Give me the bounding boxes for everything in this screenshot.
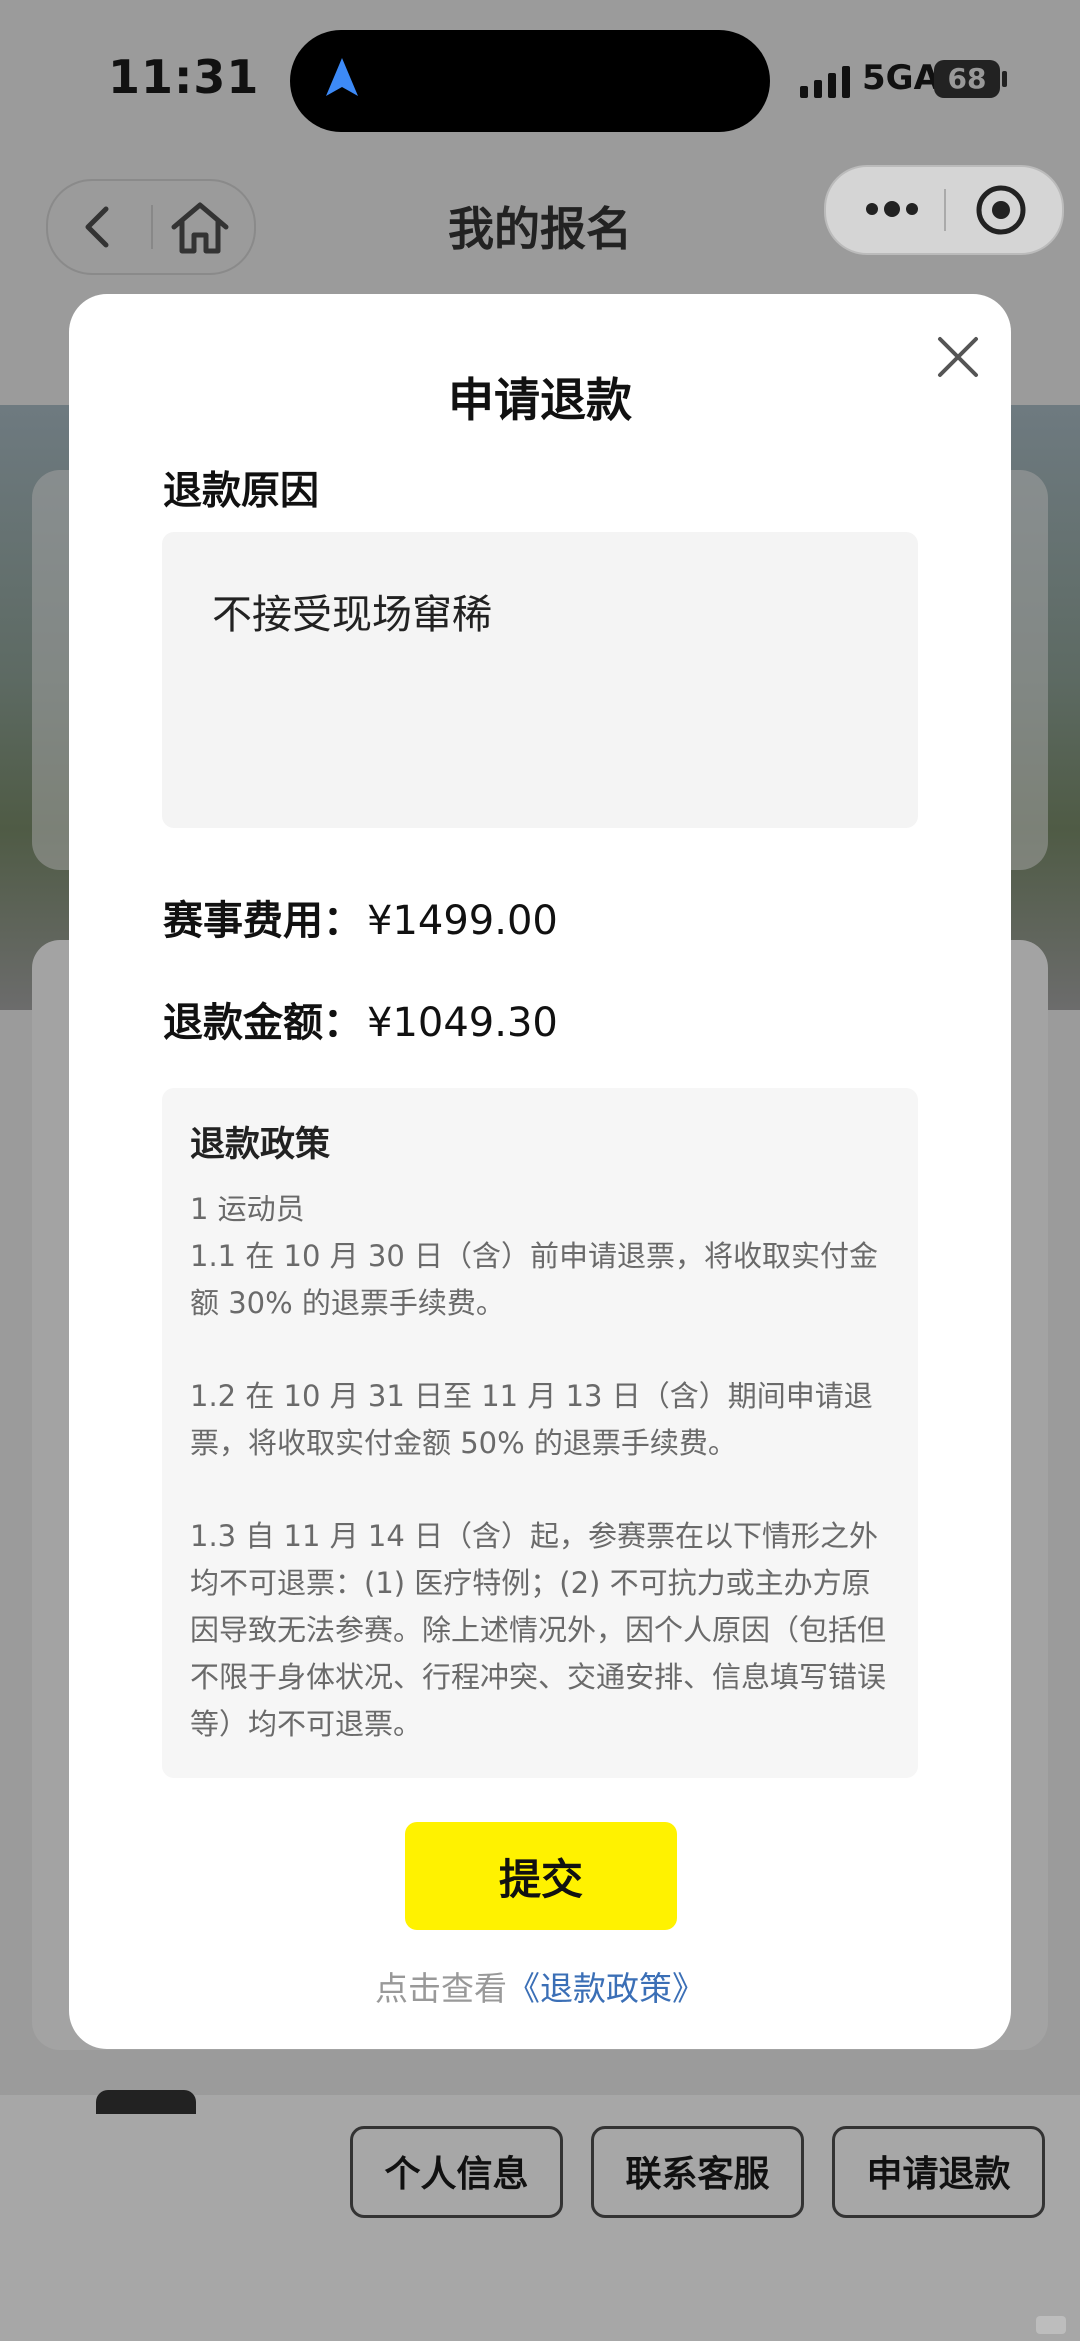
refund-policy-panel: 退款政策 1 运动员 1.1 在 10 月 30 日（含）前申请退票，将收取实付… [162, 1088, 918, 1778]
event-fee-row: 赛事费用： ¥1499.00 [163, 888, 558, 946]
policy-rule-1-2: 1.2 在 10 月 31 日至 11 月 13 日（含）期间申请退票，将收取实… [190, 1379, 873, 1460]
policy-body: 1 运动员 1.1 在 10 月 30 日（含）前申请退票，将收取实付金额 30… [190, 1186, 890, 1748]
refund-policy-link[interactable]: 《退款政策》 [507, 1969, 705, 2008]
reason-input[interactable]: 不接受现场窜稀 [162, 532, 918, 828]
event-fee-value: ¥1499.00 [367, 898, 558, 944]
modal-overlay: 申请退款 退款原因 不接受现场窜稀 赛事费用： ¥1499.00 退款金额： ¥10… [0, 0, 1080, 2341]
view-policy-line: 点击查看《退款政策》 [69, 1962, 1011, 2010]
refund-amount-value: ¥1049.30 [367, 1000, 558, 1046]
submit-button[interactable]: 提交 [405, 1822, 677, 1930]
refund-dialog: 申请退款 退款原因 不接受现场窜稀 赛事费用： ¥1499.00 退款金额： ¥10… [69, 294, 1011, 2049]
policy-rule-1-3: 1.3 自 11 月 14 日（含）起，参赛票在以下情形之外均不可退票：(1) … [190, 1519, 887, 1741]
policy-title: 退款政策 [190, 1125, 331, 1165]
reason-value: 不接受现场窜稀 [212, 592, 492, 638]
view-policy-prefix: 点击查看 [375, 1969, 507, 2008]
dialog-title: 申请退款 [448, 373, 632, 427]
policy-rule-1-1: 1.1 在 10 月 30 日（含）前申请退票，将收取实付金额 30% 的退票手… [190, 1239, 879, 1320]
refund-amount-row: 退款金额： ¥1049.30 [163, 990, 558, 1048]
policy-section: 1 运动员 [190, 1192, 305, 1226]
refund-amount-label: 退款金额： [163, 1000, 363, 1046]
event-fee-label: 赛事费用： [163, 898, 363, 944]
reason-label: 退款原因 [163, 469, 320, 514]
